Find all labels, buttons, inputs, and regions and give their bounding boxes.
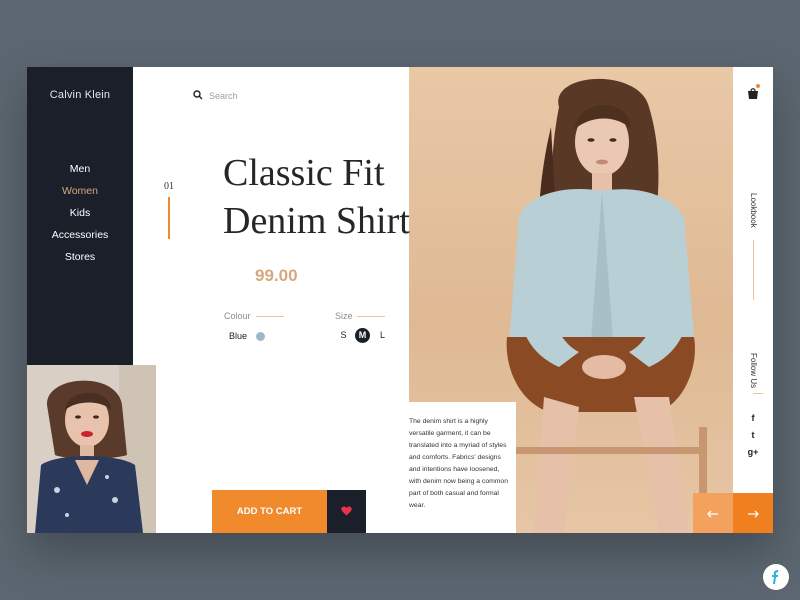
- brand-logo[interactable]: Calvin Klein: [27, 89, 133, 101]
- size-option-l[interactable]: L: [375, 328, 390, 343]
- nav-item-kids[interactable]: Kids: [27, 202, 133, 224]
- next-button[interactable]: [733, 493, 773, 533]
- arrow-right-icon: [747, 506, 759, 521]
- follow-us-label: Follow Us: [749, 353, 758, 389]
- colour-divider: [256, 316, 284, 317]
- thumbnail-image[interactable]: [27, 365, 156, 533]
- product-price: 99.00: [255, 266, 298, 285]
- slide-number: 01: [164, 181, 174, 192]
- product-title-line2: Denim Shirt: [223, 200, 410, 242]
- twitter-icon[interactable]: t: [747, 429, 759, 441]
- nav-item-women[interactable]: Women: [27, 180, 133, 202]
- nav-item-accessories[interactable]: Accessories: [27, 224, 133, 246]
- google-plus-icon[interactable]: g+: [747, 446, 759, 458]
- nav-item-men[interactable]: Men: [27, 158, 133, 180]
- product-description: The denim shirt is a highly versatile ga…: [402, 402, 516, 533]
- heart-icon: [341, 504, 352, 519]
- size-option-s[interactable]: S: [336, 328, 351, 343]
- product-title-line1: Classic Fit: [223, 152, 385, 194]
- size-option-m[interactable]: M: [355, 328, 370, 343]
- follow-divider: [753, 393, 763, 394]
- product-card: Calvin Klein Men Women Kids Accessories …: [27, 67, 773, 533]
- shopping-bag-icon[interactable]: [746, 86, 760, 100]
- right-rail: [733, 67, 773, 533]
- arrow-left-icon: [707, 506, 719, 521]
- dribbble-logo[interactable]: [763, 564, 789, 590]
- lookbook-link[interactable]: Lookbook: [749, 193, 758, 228]
- size-divider: [357, 316, 385, 317]
- product-title: Classic Fit Denim Shirt: [223, 149, 410, 245]
- nav-item-stores[interactable]: Stores: [27, 246, 133, 268]
- colour-label: Colour: [224, 311, 251, 321]
- facebook-icon[interactable]: f: [747, 412, 759, 424]
- colour-swatch-blue[interactable]: [256, 332, 265, 341]
- cart-notification-dot: [756, 84, 760, 88]
- sidebar: Calvin Klein Men Women Kids Accessories …: [27, 67, 133, 365]
- lookbook-divider: [753, 240, 754, 300]
- size-label: Size: [335, 311, 353, 321]
- add-to-cart-button[interactable]: ADD TO CART: [212, 490, 327, 533]
- main-nav: Men Women Kids Accessories Stores: [27, 158, 133, 268]
- search-bar[interactable]: [193, 89, 329, 103]
- colour-value: Blue: [229, 331, 248, 341]
- slide-progress: [168, 197, 170, 239]
- favorite-button[interactable]: [327, 490, 366, 533]
- previous-button[interactable]: [693, 493, 733, 533]
- search-icon[interactable]: [193, 87, 203, 105]
- search-input[interactable]: [209, 91, 329, 101]
